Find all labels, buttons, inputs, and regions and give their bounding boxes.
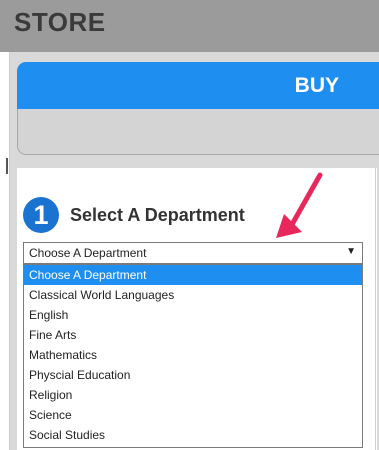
dropdown-option-physical-education[interactable]: Physcial Education: [24, 365, 362, 385]
step-title: Select A Department: [70, 205, 245, 225]
content-border: [375, 168, 376, 450]
dropdown-option-choose-department[interactable]: Choose A Department: [24, 265, 362, 285]
dropdown-option-science[interactable]: Science: [24, 405, 362, 425]
divider: [6, 158, 8, 174]
dropdown-option-classical-world-languages[interactable]: Classical World Languages: [24, 285, 362, 305]
page-title: STORE: [14, 7, 106, 37]
dropdown-option-religion[interactable]: Religion: [24, 385, 362, 405]
department-dropdown-list[interactable]: Choose A Department Classical World Lang…: [23, 264, 363, 448]
department-select[interactable]: Choose A Department ▼: [23, 242, 363, 264]
buy-tab-label: BUY: [294, 74, 339, 97]
buy-subbar: [17, 109, 379, 155]
step-number-badge: 1: [23, 197, 59, 233]
dropdown-caret-icon[interactable]: ▼: [346, 246, 356, 257]
dropdown-option-mathematics[interactable]: Mathematics: [24, 345, 362, 365]
dropdown-option-fine-arts[interactable]: Fine Arts: [24, 325, 362, 345]
buy-tab[interactable]: BUY: [17, 62, 379, 109]
pink-arrow-icon: [276, 172, 323, 238]
store-header: STORE: [0, 0, 379, 52]
department-select-value: Choose A Department: [29, 246, 147, 260]
dropdown-option-english[interactable]: English: [24, 305, 362, 325]
dropdown-option-social-studies[interactable]: Social Studies: [24, 425, 362, 445]
